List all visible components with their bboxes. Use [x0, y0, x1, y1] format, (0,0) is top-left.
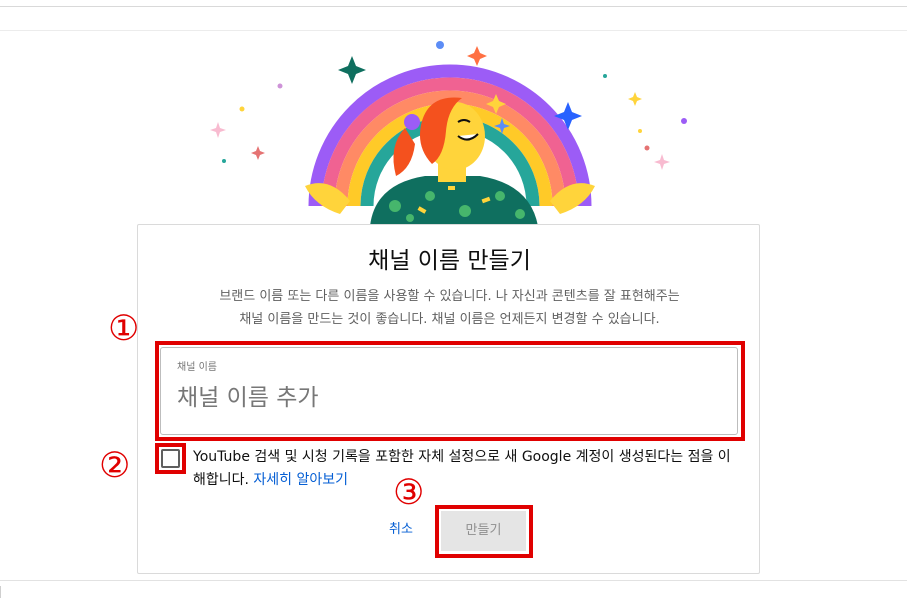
top-bar-edge — [0, 0, 907, 7]
description-line-2: 채널 이름을 만드는 것이 좋습니다. 채널 이름은 언제든지 변경할 수 있습… — [239, 312, 660, 327]
consent-text: YouTube 검색 및 시청 기록을 포함한 자체 설정으로 새 Google… — [193, 446, 733, 492]
channel-name-input[interactable] — [177, 378, 717, 418]
rainbow-illustration — [210, 41, 687, 226]
annotation-number-1: ① — [108, 309, 140, 349]
annotation-number-3: ③ — [393, 473, 425, 513]
create-button[interactable]: 만들기 — [441, 511, 526, 551]
consent-checkbox[interactable] — [161, 449, 180, 468]
description-line-1: 브랜드 이름 또는 다른 이름을 사용할 수 있습니다. 나 자신과 콘텐츠를 … — [219, 289, 680, 304]
dialog-title: 채널 이름 만들기 — [368, 248, 531, 274]
cancel-button[interactable]: 취소 — [382, 516, 420, 544]
annotation-number-2: ② — [99, 446, 131, 486]
channel-name-field[interactable]: 채널 이름 — [160, 347, 738, 435]
page-edge — [0, 586, 1, 598]
page-divider — [0, 580, 907, 581]
top-bar — [0, 0, 907, 31]
learn-more-link[interactable]: 자세히 알아보기 — [253, 472, 348, 488]
dialog-description: 브랜드 이름 또는 다른 이름을 사용할 수 있습니다. 나 자신과 콘텐츠를 … — [158, 285, 741, 331]
channel-name-label: 채널 이름 — [177, 362, 217, 373]
